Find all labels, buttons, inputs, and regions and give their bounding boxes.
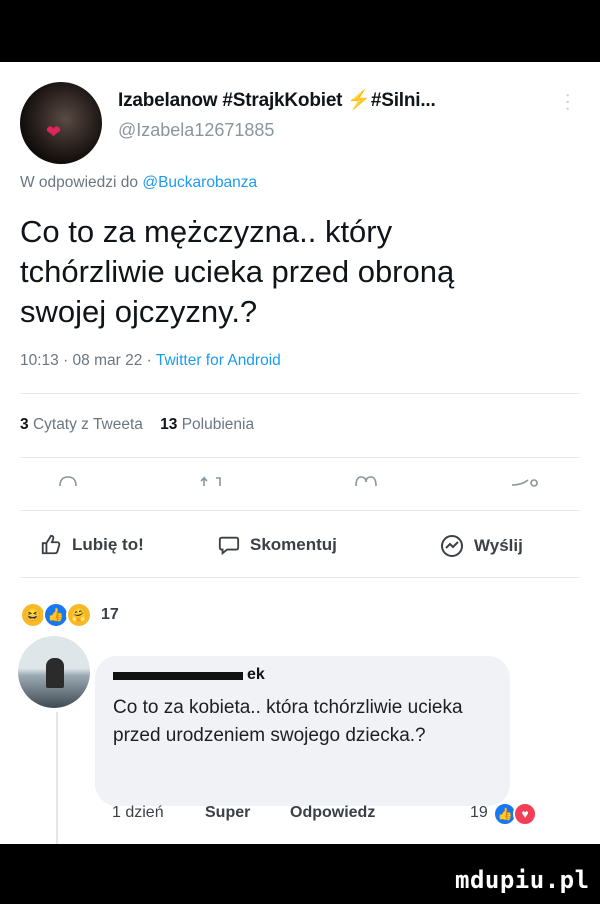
quotes-label[interactable]: Cytaty z Tweeta <box>33 416 143 433</box>
avatar[interactable]: ❤ <box>20 82 102 164</box>
bolt-emoji: ⚡ <box>347 90 371 111</box>
tweet-screenshot-card: ❤ Izabelanow #StrajkKobiet ⚡#Silni... @I… <box>0 62 600 844</box>
redaction-mark <box>113 672 243 680</box>
user-handle[interactable]: @Izabela12671885 <box>118 120 274 141</box>
more-vertical-icon[interactable]: ··· <box>557 92 579 112</box>
reply-mention-link[interactable]: @Buckarobanza <box>142 174 257 191</box>
display-name[interactable]: Izabelanow #StrajkKobiet ⚡#Silni... <box>118 88 436 112</box>
timestamp[interactable]: 10:13 · 08 mar 22 · <box>20 352 156 369</box>
commenter-figure <box>46 658 64 688</box>
divider <box>20 457 580 458</box>
comment-time[interactable]: 1 dzień <box>112 804 164 822</box>
reply-context: W odpowiedzi do @Buckarobanza <box>20 174 257 192</box>
comment-label: Skomentuj <box>250 535 337 554</box>
likes-label[interactable]: Polubienia <box>182 416 254 433</box>
comment-button[interactable]: Skomentuj <box>218 534 337 556</box>
comment-bubble-icon <box>218 536 240 556</box>
reply-icon[interactable] <box>58 475 78 487</box>
comment-author-visible: ek <box>247 666 265 683</box>
tweet-text: Co to za mężczyzna.. który tchórzliwie u… <box>20 214 455 329</box>
thumb-up-icon <box>41 534 61 555</box>
love-reaction-icon: ♥ <box>513 802 537 826</box>
care-reaction-icon: 🤗 <box>66 602 92 628</box>
comment-reaction-count[interactable]: 19 <box>470 804 488 822</box>
like-button[interactable]: Lubię to! <box>40 534 144 556</box>
divider <box>20 510 580 511</box>
like-label: Lubię to! <box>72 535 144 554</box>
reaction-count: 17 <box>101 606 119 623</box>
comment-text: Co to za kobieta.. która tchórzliwie uci… <box>113 697 463 746</box>
tweet-stats: 3 Cytaty z Tweeta 13 Polubienia <box>20 416 254 434</box>
likes-count[interactable]: 13 <box>160 416 177 433</box>
comment-reactions[interactable]: 👍 ♥ <box>493 802 537 826</box>
top-black-bar <box>0 0 600 62</box>
reaction-summary[interactable]: 😆 👍 🤗 17 <box>20 602 119 628</box>
display-name-tail: #Silni... <box>370 90 436 111</box>
divider <box>20 577 580 578</box>
watermark-logo: mdupiu.pl <box>455 866 590 894</box>
divider <box>20 393 580 394</box>
super-react-button[interactable]: Super <box>205 804 250 822</box>
messenger-icon <box>441 535 463 557</box>
quotes-count[interactable]: 3 <box>20 416 29 433</box>
reply-prefix: W odpowiedzi do <box>20 174 143 191</box>
source-link[interactable]: Twitter for Android <box>156 352 281 369</box>
like-outline-icon[interactable] <box>354 475 378 487</box>
thread-line <box>56 712 58 844</box>
send-button[interactable]: Wyślij <box>440 534 523 558</box>
retweet-icon[interactable] <box>200 475 224 487</box>
display-name-text: Izabelanow #StrajkKobiet <box>118 90 348 111</box>
reply-button[interactable]: Odpowiedz <box>290 804 375 822</box>
heart-icon: ❤ <box>46 122 62 142</box>
commenter-avatar[interactable] <box>18 636 90 708</box>
tweet-meta: 10:13 · 08 mar 22 · Twitter for Android <box>20 352 281 370</box>
send-label: Wyślij <box>474 536 523 555</box>
comment-author[interactable]: ek <box>113 666 265 684</box>
comment-bubble: ek Co to za kobieta.. która tchórzliwie … <box>95 656 510 806</box>
share-icon[interactable] <box>510 475 540 487</box>
